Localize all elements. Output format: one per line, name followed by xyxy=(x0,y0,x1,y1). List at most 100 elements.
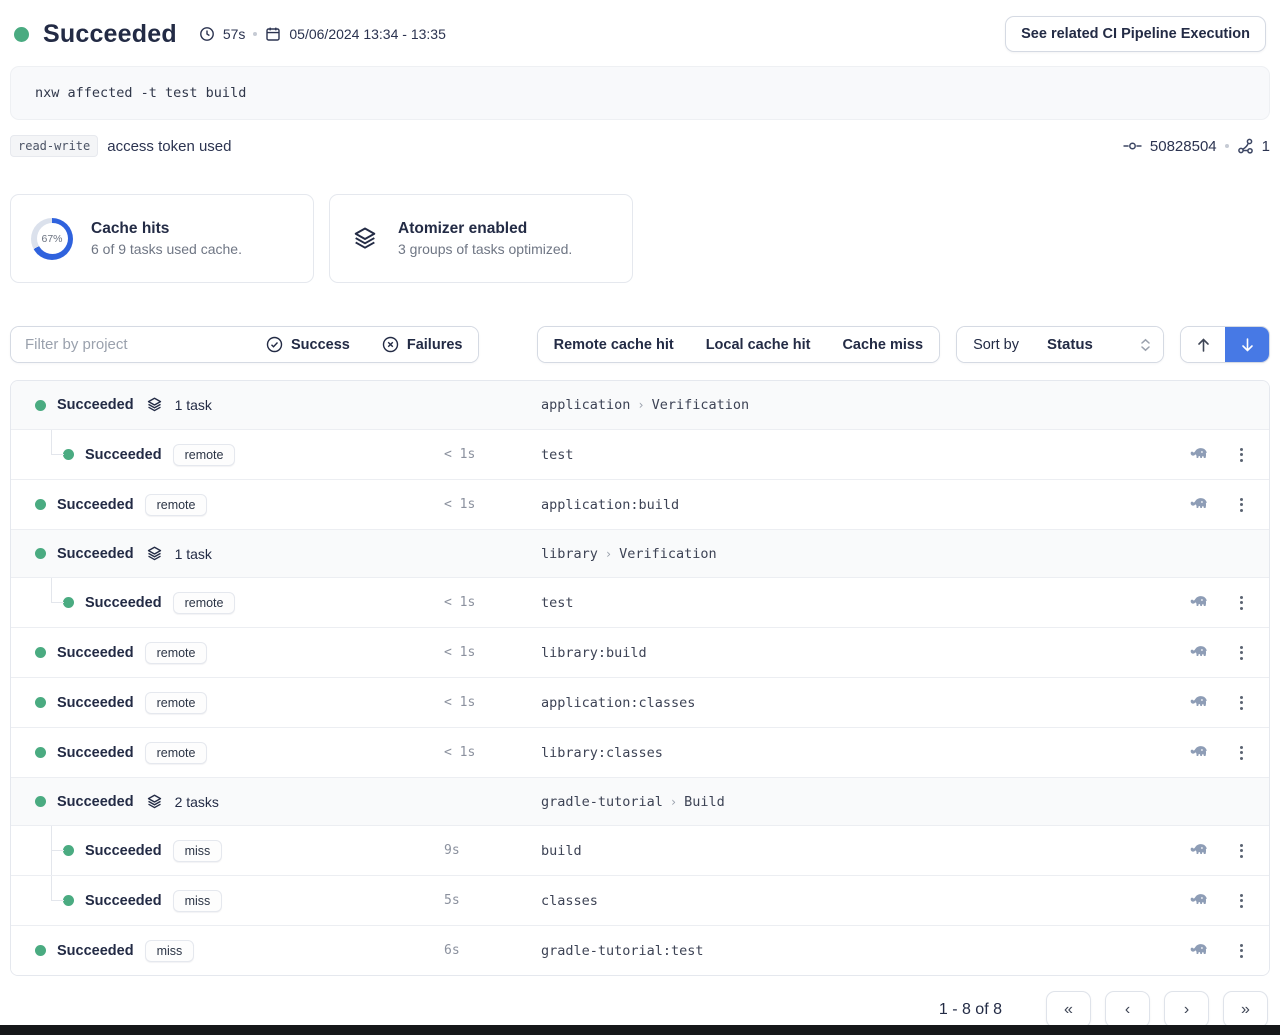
access-token-badge: read-write xyxy=(10,135,98,157)
cache-status-badge: remote xyxy=(145,742,208,764)
status-dot xyxy=(35,747,46,758)
gradle-elephant-icon[interactable] xyxy=(1187,893,1209,908)
pagination-last-button[interactable]: » xyxy=(1223,991,1268,1028)
summary-cards: 67% Cache hits 6 of 9 tasks used cache. … xyxy=(10,194,1270,283)
task-duration: < 1s xyxy=(444,447,541,462)
kebab-menu-icon[interactable] xyxy=(1236,496,1247,514)
task-name: classes xyxy=(541,893,1157,909)
status-dot xyxy=(35,945,46,956)
task-name: build xyxy=(541,843,1157,859)
related-pipeline-button[interactable]: See related CI Pipeline Execution xyxy=(1005,16,1266,52)
pagination-prev-button[interactable]: ‹ xyxy=(1105,991,1150,1028)
sort-descending-button[interactable] xyxy=(1225,327,1269,362)
filter-success-label: Success xyxy=(291,337,350,353)
sort-ascending-button[interactable] xyxy=(1181,327,1225,362)
task-row[interactable]: Succeeded remote < 1s test xyxy=(11,577,1269,627)
kebab-menu-icon[interactable] xyxy=(1236,446,1247,464)
task-duration: < 1s xyxy=(444,595,541,610)
separator-dot xyxy=(1225,144,1229,148)
filter-local-cache-hit-button[interactable]: Local cache hit xyxy=(690,327,827,362)
kebab-menu-icon[interactable] xyxy=(1236,942,1247,960)
filter-cache-miss-button[interactable]: Cache miss xyxy=(826,327,939,362)
arrow-down-icon xyxy=(1240,337,1255,353)
task-row[interactable]: Succeeded remote < 1s application:build xyxy=(11,479,1269,529)
task-duration: 6s xyxy=(444,943,541,958)
gradle-elephant-icon[interactable] xyxy=(1187,695,1209,710)
kebab-menu-icon[interactable] xyxy=(1236,892,1247,910)
task-row[interactable]: Succeeded remote < 1s library:build xyxy=(11,627,1269,677)
gradle-elephant-icon[interactable] xyxy=(1187,595,1209,610)
pagination-next-button[interactable]: › xyxy=(1164,991,1209,1028)
atomizer-title: Atomizer enabled xyxy=(398,220,572,238)
header: Succeeded 57s 05/06/2024 13:34 - 13:35 S… xyxy=(10,0,1270,52)
status-dot xyxy=(63,597,74,608)
task-row[interactable]: Succeeded remote < 1s test xyxy=(11,429,1269,479)
kebab-menu-icon[interactable] xyxy=(1236,694,1247,712)
task-group-row[interactable]: Succeeded 1 task library›Verification xyxy=(11,529,1269,577)
sort-select[interactable]: Status xyxy=(1035,327,1163,362)
row-status-label: Succeeded xyxy=(57,943,134,959)
row-status-label: Succeeded xyxy=(57,497,134,513)
kebab-menu-icon[interactable] xyxy=(1236,594,1247,612)
commit-id[interactable]: 50828504 xyxy=(1150,138,1217,155)
tree-connector xyxy=(51,876,64,901)
task-duration: 5s xyxy=(444,893,541,908)
cache-status-badge: remote xyxy=(145,494,208,516)
pagination-first-button[interactable]: « xyxy=(1046,991,1091,1028)
task-duration: < 1s xyxy=(444,497,541,512)
kebab-menu-icon[interactable] xyxy=(1236,644,1247,662)
kebab-menu-icon[interactable] xyxy=(1236,842,1247,860)
tree-connector xyxy=(51,578,64,603)
x-circle-icon xyxy=(382,336,399,353)
task-row[interactable]: Succeeded remote < 1s application:classe… xyxy=(11,677,1269,727)
gradle-elephant-icon[interactable] xyxy=(1187,943,1209,958)
gradle-elephant-icon[interactable] xyxy=(1187,745,1209,760)
atomizer-card: Atomizer enabled 3 groups of tasks optim… xyxy=(329,194,633,283)
task-group-row[interactable]: Succeeded 1 task application›Verificatio… xyxy=(11,381,1269,429)
task-duration: < 1s xyxy=(444,695,541,710)
git-branch-icon xyxy=(1237,138,1254,155)
run-duration: 57s xyxy=(223,26,246,42)
task-row[interactable]: Succeeded miss 5s classes xyxy=(11,875,1269,925)
status-dot xyxy=(35,400,46,411)
status-dot xyxy=(35,796,46,807)
filter-project-input[interactable] xyxy=(11,327,250,362)
group-task-count: 1 task xyxy=(175,546,212,562)
calendar-icon xyxy=(265,26,281,42)
filter-failures-button[interactable]: Failures xyxy=(366,327,479,362)
access-token-label: access token used xyxy=(107,138,231,155)
clock-icon xyxy=(199,26,215,42)
task-name: application:classes xyxy=(541,695,1157,711)
cache-status-badge: miss xyxy=(173,890,223,912)
status-dot xyxy=(35,499,46,510)
task-name: test xyxy=(541,595,1157,611)
sort-control: Sort by Status xyxy=(956,326,1164,363)
separator-dot xyxy=(253,32,257,36)
filter-remote-cache-hit-button[interactable]: Remote cache hit xyxy=(538,327,690,362)
project-filter-group: Success Failures xyxy=(10,326,479,363)
gradle-elephant-icon[interactable] xyxy=(1187,497,1209,512)
task-row[interactable]: Succeeded miss 6s gradle-tutorial:test xyxy=(11,925,1269,975)
task-row[interactable]: Succeeded remote < 1s library:classes xyxy=(11,727,1269,777)
task-group-row[interactable]: Succeeded 2 tasks gradle-tutorial›Build xyxy=(11,777,1269,825)
branch-count[interactable]: 1 xyxy=(1262,138,1270,155)
gradle-elephant-icon[interactable] xyxy=(1187,447,1209,462)
filter-success-button[interactable]: Success xyxy=(250,327,366,362)
chevron-right-icon: › xyxy=(637,398,644,412)
pagination: 1 - 8 of 8 « ‹ › » xyxy=(10,991,1270,1028)
cache-filter-group: Remote cache hit Local cache hit Cache m… xyxy=(537,326,940,363)
gradle-elephant-icon[interactable] xyxy=(1187,843,1209,858)
gradle-elephant-icon[interactable] xyxy=(1187,645,1209,660)
task-row[interactable]: Succeeded miss 9s build xyxy=(11,825,1269,875)
cache-status-badge: miss xyxy=(145,940,195,962)
status-dot xyxy=(63,845,74,856)
group-task-count: 1 task xyxy=(175,397,212,413)
task-list: Succeeded 1 task application›Verificatio… xyxy=(10,380,1270,976)
cache-status-badge: miss xyxy=(173,840,223,862)
kebab-menu-icon[interactable] xyxy=(1236,744,1247,762)
group-task-count: 2 tasks xyxy=(175,794,219,810)
task-name: library:classes xyxy=(541,745,1157,761)
status-dot xyxy=(35,697,46,708)
group-path: application›Verification xyxy=(541,397,1157,413)
cache-hits-title: Cache hits xyxy=(91,220,242,238)
